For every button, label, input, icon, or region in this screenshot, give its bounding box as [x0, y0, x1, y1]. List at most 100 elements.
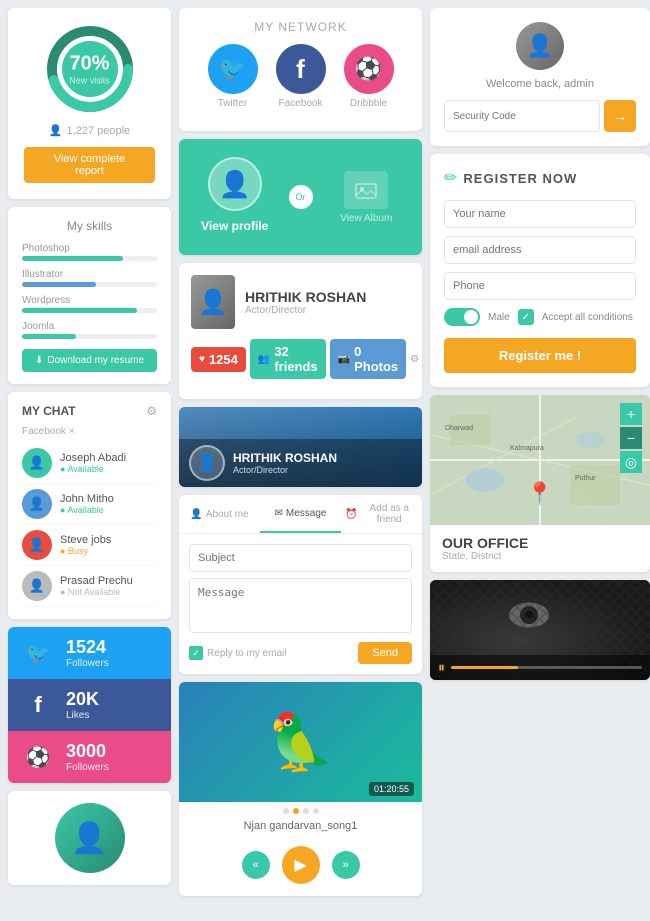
- heart-stat: ♥ 1254: [191, 347, 246, 372]
- twitter-follower-row[interactable]: 🐦 1524 Followers: [8, 627, 171, 679]
- cover-role: Actor/Director: [233, 465, 337, 475]
- prev-button[interactable]: «: [242, 851, 270, 879]
- chat-list: 👤 Joseph Abadi ● Available 👤 John Mitho …: [22, 443, 157, 607]
- cover-name: HRITHIK ROSHAN: [233, 451, 337, 465]
- chat-title: MY CHAT: [22, 404, 76, 418]
- list-item[interactable]: 👤 Steve jobs ● Busy: [22, 525, 157, 566]
- dot-2: [293, 808, 299, 814]
- zoom-in-button[interactable]: +: [620, 403, 642, 425]
- avatar: 👤: [55, 803, 125, 873]
- locate-button[interactable]: ◎: [620, 451, 642, 473]
- media-title: Njan gandarvan_song1: [179, 820, 422, 840]
- skill-illustrator: Illustrator: [22, 269, 157, 287]
- send-button[interactable]: Send: [358, 642, 412, 664]
- zoom-out-button[interactable]: −: [620, 427, 642, 449]
- cover-avatar: 👤: [189, 445, 225, 481]
- map-info: OUR OFFICE State, District: [430, 525, 650, 572]
- dribbble-network-item[interactable]: ⚽ Dribbble: [344, 44, 394, 109]
- tab-about-me[interactable]: 👤 About me: [179, 495, 260, 533]
- user-info-card: 👤 HRITHIK ROSHAN Actor/Director ♥ 1254 👥…: [179, 263, 422, 399]
- accept-label: Accept all conditions: [542, 312, 633, 323]
- profile-banner: 👤 View profile Or View Album: [179, 139, 422, 255]
- play-button[interactable]: ▶: [282, 846, 320, 884]
- video-play-button[interactable]: ⏸: [438, 659, 445, 676]
- stats-row: ♥ 1254 👥 32 friends 📷 0 Photos ⚙ Setting…: [191, 339, 410, 379]
- user-icon: 👤: [190, 509, 202, 520]
- gear-icon: ⚙: [410, 354, 419, 365]
- heart-icon: ♥: [199, 354, 205, 365]
- percent-label: 70%: [69, 53, 110, 76]
- view-profile-label[interactable]: View profile: [201, 219, 268, 233]
- skills-list: Photoshop Illustrator Wordpress Joomla: [22, 243, 157, 339]
- video-progress-bar[interactable]: [451, 666, 642, 669]
- dribbble-icon: ⚽: [344, 44, 394, 94]
- settings-link[interactable]: ⚙ Settings: [410, 354, 422, 365]
- skills-title: My skills: [22, 219, 157, 233]
- media-time: 01:20:55: [369, 782, 414, 796]
- download-resume-button[interactable]: ⬇ Download my resume: [22, 349, 157, 372]
- network-card: MY NETWORK 🐦 Twitter f Facebook ⚽ Dribbb…: [179, 8, 422, 131]
- phone-input[interactable]: [444, 272, 636, 300]
- list-item[interactable]: 👤 Prasad Prechu ● Not Available: [22, 566, 157, 607]
- cover-overlay: 👤 HRITHIK ROSHAN Actor/Director: [179, 439, 422, 487]
- media-player-card: 🦜 01:20:55 Njan gandarvan_song1 « ▶ »: [179, 682, 422, 896]
- download-icon: ⬇: [35, 355, 43, 366]
- name-input[interactable]: [444, 200, 636, 228]
- network-icons: 🐦 Twitter f Facebook ⚽ Dribbble: [191, 44, 410, 109]
- friends-stat: 👥 32 friends: [250, 339, 326, 379]
- office-name: OUR OFFICE: [442, 535, 638, 551]
- or-badge: Or: [289, 185, 313, 209]
- arrow-icon: →: [613, 108, 627, 124]
- network-title: MY NETWORK: [191, 20, 410, 34]
- list-item[interactable]: 👤 Joseph Abadi ● Available: [22, 443, 157, 484]
- bottom-avatar-card: 👤: [8, 791, 171, 885]
- gender-label: Male: [488, 312, 510, 323]
- facebook-network-item[interactable]: f Facebook: [276, 44, 326, 109]
- message-input[interactable]: [189, 578, 412, 633]
- map-area: Dharwad Puthur Kalmapura 📍 + − ◎: [430, 395, 650, 525]
- reply-checkbox[interactable]: ✓: [189, 646, 203, 660]
- message-card: 👤 About me ✉ Message ⏰ Add as a friend ✓…: [179, 495, 422, 674]
- photos-stat: 📷 0 Photos: [330, 339, 407, 379]
- gender-toggle[interactable]: [444, 308, 480, 326]
- register-button[interactable]: Register me !: [444, 338, 636, 373]
- avatar: 👤: [22, 448, 52, 478]
- register-card: ✏ REGISTER NOW Male ✓ Accept all conditi…: [430, 154, 650, 387]
- skill-photoshop: Photoshop: [22, 243, 157, 261]
- dribbble-follower-row[interactable]: ⚽ 3000 Followers: [8, 731, 171, 783]
- album-icon: [344, 171, 388, 209]
- message-icon: ✉: [275, 508, 283, 519]
- dot-4: [313, 808, 319, 814]
- tab-message[interactable]: ✉ Message: [260, 495, 341, 533]
- subject-input[interactable]: [189, 544, 412, 572]
- accept-checkbox[interactable]: ✓: [518, 309, 534, 325]
- avatar: 👤: [22, 571, 52, 601]
- video-controls: ⏸: [430, 655, 650, 680]
- video-card: ⏸: [430, 580, 650, 680]
- security-submit-button[interactable]: →: [604, 100, 636, 132]
- dribbble-label: Followers: [66, 762, 109, 773]
- twitter-network-item[interactable]: 🐦 Twitter: [208, 44, 258, 109]
- player-controls: « ▶ »: [179, 840, 422, 896]
- list-item[interactable]: 👤 John Mitho ● Available: [22, 484, 157, 525]
- gear-icon[interactable]: ⚙: [146, 404, 157, 418]
- profile-avatar: 👤: [208, 157, 262, 211]
- skills-card: My skills Photoshop Illustrator Wordpres…: [8, 207, 171, 384]
- next-button[interactable]: »: [332, 851, 360, 879]
- security-input[interactable]: [444, 100, 600, 132]
- dribbble-icon: ⚽: [20, 745, 56, 770]
- view-album-wrap[interactable]: View Album: [323, 171, 411, 224]
- email-input[interactable]: [444, 236, 636, 264]
- reply-label: Reply to my email: [207, 648, 286, 659]
- tab-add-friend[interactable]: ⏰ Add as a friend: [341, 495, 422, 533]
- map-card: Dharwad Puthur Kalmapura 📍 + − ◎ OUR OFF…: [430, 395, 650, 572]
- view-report-button[interactable]: View complete report: [24, 147, 155, 183]
- svg-text:Puthur: Puthur: [575, 475, 596, 482]
- facebook-label: Likes: [66, 710, 99, 721]
- svg-text:Kalmapura: Kalmapura: [510, 445, 544, 452]
- facebook-follower-row[interactable]: f 20K Likes: [8, 679, 171, 731]
- media-dots: [179, 802, 422, 820]
- chat-source: Facebook ×: [22, 426, 157, 437]
- login-avatar: 👤: [516, 22, 564, 70]
- user-thumb: 👤: [191, 275, 235, 329]
